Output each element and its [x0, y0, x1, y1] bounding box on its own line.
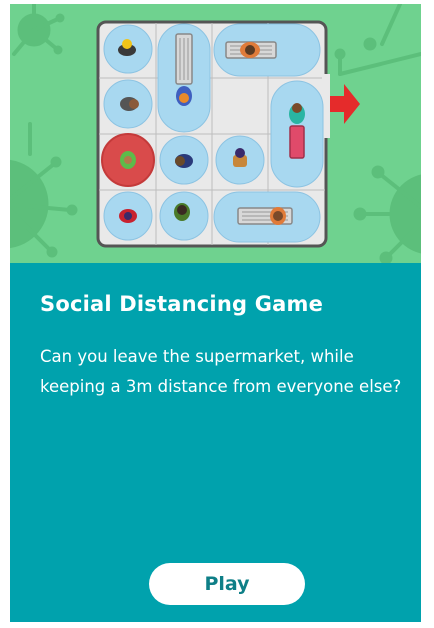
shopper-icon [176, 86, 192, 106]
shopper-icon [119, 209, 137, 223]
shopping-cart-icon [175, 33, 193, 85]
play-button[interactable]: Play [149, 563, 305, 605]
game-preview-image [10, 4, 421, 263]
shopper-icon [175, 154, 193, 168]
shopper-icon [174, 203, 190, 221]
shopping-cart-icon [289, 125, 305, 159]
game-card: Social Distancing Game Can you leave the… [10, 4, 421, 622]
virus-icon [353, 165, 421, 263]
game-title: Social Distancing Game [40, 292, 324, 316]
shopper-icon [270, 207, 286, 225]
exit-arrow-icon [330, 84, 360, 124]
shopper-icon [120, 151, 136, 169]
game-description: Can you leave the supermarket, while kee… [40, 347, 402, 396]
virus-icon [10, 122, 78, 258]
shopper-icon [240, 42, 260, 58]
virus-icon [334, 4, 421, 76]
virus-icon [12, 4, 65, 56]
